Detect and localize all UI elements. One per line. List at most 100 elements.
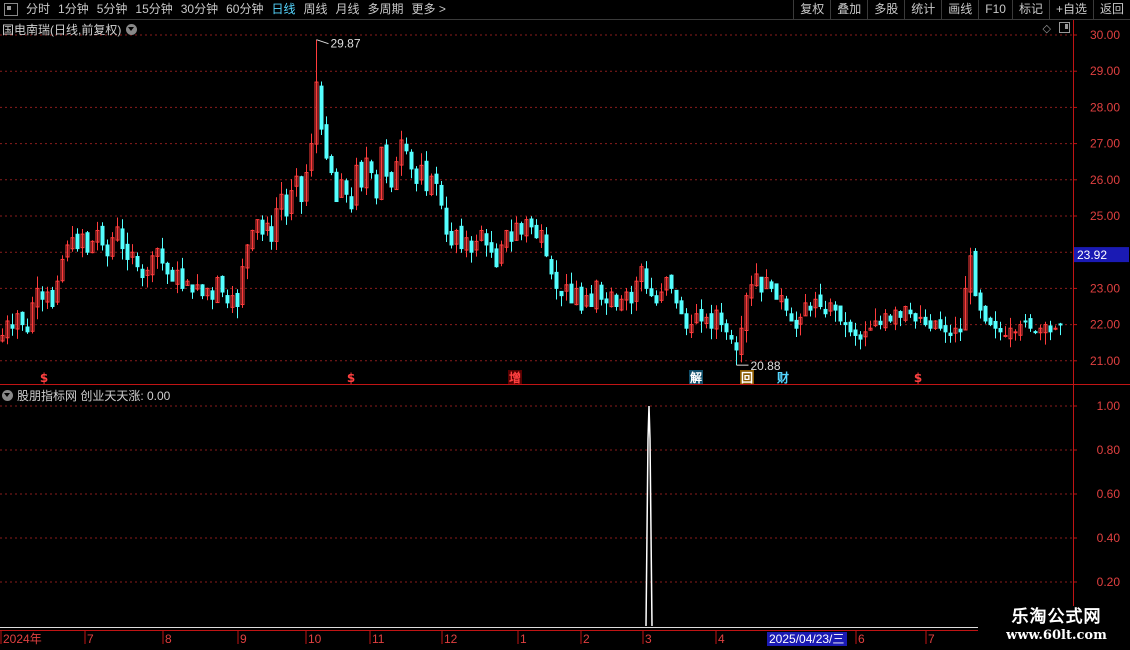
candle-body bbox=[789, 313, 794, 322]
time-axis-label: 9 bbox=[240, 632, 247, 646]
indicator-tick-label: 1.00 bbox=[1097, 399, 1121, 413]
candle-body bbox=[988, 317, 993, 326]
candle-body bbox=[135, 256, 140, 268]
event-marker: 增 bbox=[509, 370, 521, 385]
candle-body bbox=[918, 316, 923, 319]
candle-body bbox=[20, 311, 25, 326]
candle-body bbox=[569, 283, 574, 304]
candle-body bbox=[190, 284, 195, 293]
time-axis-label: 3 bbox=[645, 632, 652, 646]
price-tick-label: 26.00 bbox=[1090, 173, 1120, 187]
event-marker: $ bbox=[40, 371, 48, 385]
event-marker: 财 bbox=[776, 370, 789, 385]
candle-body bbox=[853, 329, 858, 336]
candle-body bbox=[769, 281, 774, 289]
cursor-date-label: 2025/04/23/三 bbox=[769, 632, 844, 646]
candle-body bbox=[75, 233, 80, 250]
candle-body bbox=[200, 284, 205, 297]
candle-body bbox=[1013, 331, 1018, 334]
candle-body bbox=[579, 286, 584, 311]
candle-body bbox=[729, 335, 734, 340]
candle-body bbox=[449, 230, 454, 246]
candle-body bbox=[599, 284, 604, 300]
time-axis-label: 11 bbox=[372, 632, 385, 646]
time-axis-label: 7 bbox=[928, 632, 935, 646]
candle-body bbox=[838, 305, 843, 322]
candle-body bbox=[469, 240, 474, 253]
candle-body bbox=[774, 283, 779, 300]
candle-body bbox=[784, 298, 789, 311]
candle-body bbox=[888, 315, 893, 322]
candle-body bbox=[344, 180, 349, 195]
price-tick-label: 21.00 bbox=[1090, 354, 1120, 368]
candle-body bbox=[878, 320, 883, 326]
candle-body bbox=[165, 262, 170, 275]
candle-body bbox=[319, 85, 324, 130]
candle-body bbox=[85, 232, 90, 253]
price-tick-label: 22.00 bbox=[1090, 318, 1120, 332]
candle-body bbox=[818, 294, 823, 307]
panel-toggle-icon[interactable] bbox=[1059, 22, 1070, 33]
price-tick-label: 29.00 bbox=[1090, 64, 1120, 78]
time-axis-label: 1 bbox=[520, 632, 527, 646]
candle-body bbox=[589, 293, 594, 307]
watermark-name: 乐淘公式网 bbox=[1011, 607, 1102, 627]
candle-body bbox=[50, 289, 55, 307]
candle-body bbox=[299, 176, 304, 203]
candle-body bbox=[374, 174, 379, 199]
candle-body bbox=[434, 173, 439, 184]
candle-body bbox=[759, 276, 764, 293]
candle-body bbox=[1033, 331, 1038, 334]
kline-chart[interactable]: 30.0029.0028.0027.0026.0025.0024.0023.00… bbox=[0, 0, 1130, 650]
indicator-title: 股朋指标网 创业天天涨: 0.00 bbox=[17, 389, 171, 403]
event-marker: 解 bbox=[690, 370, 702, 385]
candle-body bbox=[958, 328, 963, 333]
price-tick-label: 25.00 bbox=[1090, 209, 1120, 223]
candle-body bbox=[649, 288, 654, 297]
diamond-icon[interactable]: ◇ bbox=[1043, 22, 1051, 35]
candle-body bbox=[519, 223, 524, 235]
candle-body bbox=[439, 184, 444, 206]
event-marker: $ bbox=[347, 371, 355, 385]
candle-body bbox=[973, 250, 978, 297]
candle-body bbox=[604, 298, 609, 304]
candle-body bbox=[389, 172, 394, 188]
indicator-tick-label: 0.60 bbox=[1097, 487, 1121, 501]
indicator-panel-title: 股朋指标网 创业天天涨: 0.00 bbox=[2, 387, 170, 404]
chevron-down-icon[interactable] bbox=[126, 24, 138, 35]
candle-body bbox=[125, 243, 130, 260]
chevron-down-icon[interactable] bbox=[2, 390, 13, 401]
candle-body bbox=[858, 334, 863, 340]
candle-body bbox=[260, 219, 265, 235]
candle-body bbox=[938, 319, 943, 329]
candle-body bbox=[459, 225, 464, 250]
candle-body bbox=[359, 161, 364, 188]
site-watermark: 乐淘公式网 www.60lt.com bbox=[983, 606, 1130, 650]
candle-body bbox=[120, 228, 125, 250]
candle-body bbox=[724, 323, 729, 333]
candle-body bbox=[369, 161, 374, 174]
candle-body bbox=[444, 207, 449, 235]
candle-body bbox=[334, 171, 339, 203]
event-marker: $ bbox=[914, 371, 922, 385]
candle-body bbox=[734, 342, 739, 351]
candle-body bbox=[489, 242, 494, 253]
candle-body bbox=[349, 196, 354, 210]
candle-body bbox=[719, 312, 724, 326]
high-pointer bbox=[316, 39, 329, 45]
time-axis-label: 7 bbox=[87, 632, 94, 646]
candle-body bbox=[1003, 334, 1008, 337]
candle-body bbox=[509, 231, 514, 242]
candle-body bbox=[269, 226, 274, 242]
candle-body bbox=[409, 151, 414, 170]
main-panel-title: 国电南瑞(日线,前复权) bbox=[2, 21, 138, 38]
candle-body bbox=[494, 248, 499, 268]
candle-body bbox=[414, 168, 419, 184]
candle-body bbox=[833, 304, 838, 311]
candle-body bbox=[669, 274, 674, 289]
candle-body bbox=[948, 332, 953, 336]
candle-body bbox=[10, 324, 15, 329]
candle-body bbox=[1048, 325, 1053, 333]
candle-body bbox=[684, 313, 689, 329]
candle-body bbox=[908, 309, 913, 315]
